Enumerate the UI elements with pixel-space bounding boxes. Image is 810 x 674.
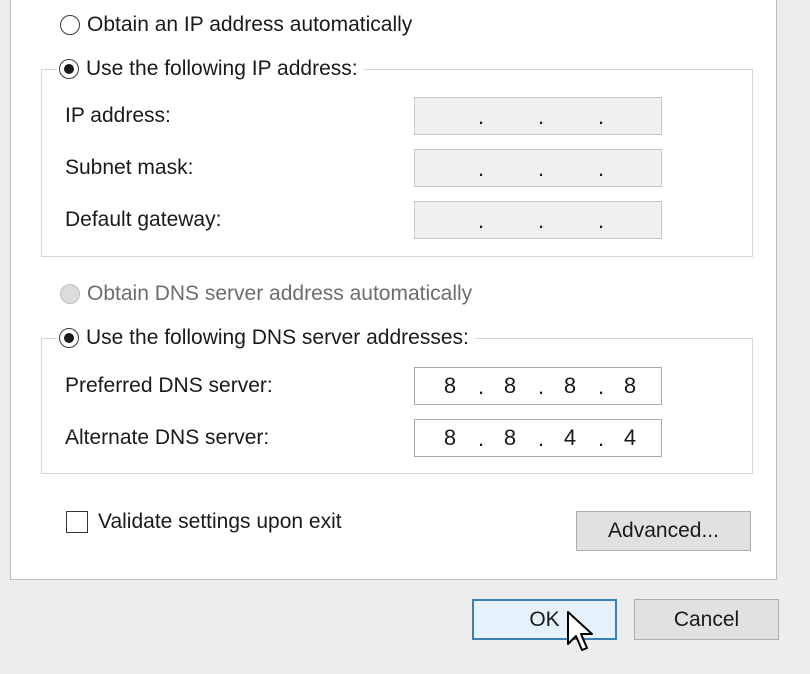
validate-settings-checkbox[interactable] — [66, 511, 88, 533]
obtain-dns-auto-radio[interactable] — [60, 284, 80, 304]
validate-settings-option[interactable]: Validate settings upon exit — [66, 510, 342, 534]
octet-separator: . — [597, 374, 605, 399]
octet-separator: . — [477, 426, 485, 451]
subnet-mask-octet-2 — [495, 150, 525, 188]
default-gateway-label: Default gateway: — [65, 208, 222, 231]
preferred-dns-octet-4: 8 — [623, 373, 637, 398]
ip-address-octet-3 — [555, 98, 585, 136]
validate-settings-label: Validate settings upon exit — [98, 510, 342, 533]
ip-address-octet-4 — [615, 98, 645, 136]
octet-separator: . — [597, 426, 605, 451]
octet-separator: . — [537, 374, 545, 399]
preferred-dns-label: Preferred DNS server: — [65, 374, 273, 397]
octet-separator: . — [537, 156, 545, 181]
alternate-dns-octet-1: 8 — [443, 425, 457, 450]
advanced-button[interactable]: Advanced... — [576, 511, 751, 551]
octet-separator: . — [597, 104, 605, 129]
mouse-pointer-icon — [567, 611, 593, 651]
use-following-dns-option[interactable]: Use the following DNS server addresses: — [57, 325, 475, 351]
obtain-ip-auto-label: Obtain an IP address automatically — [87, 13, 413, 36]
preferred-dns-octet-1: 8 — [443, 373, 457, 398]
octet-separator: . — [537, 208, 545, 233]
obtain-dns-auto-label: Obtain DNS server address automatically — [87, 282, 473, 305]
obtain-ip-auto-radio[interactable] — [60, 15, 80, 35]
octet-separator: . — [537, 426, 545, 451]
ip-address-input[interactable]: . . . — [414, 97, 662, 135]
obtain-dns-auto-option[interactable]: Obtain DNS server address automatically — [60, 282, 472, 306]
default-gateway-input[interactable]: . . . — [414, 201, 662, 239]
alternate-dns-octet-4: 4 — [623, 425, 637, 450]
use-following-ip-label: Use the following IP address: — [86, 57, 358, 80]
preferred-dns-octet-3: 8 — [563, 373, 577, 398]
use-following-dns-label: Use the following DNS server addresses: — [86, 326, 469, 349]
subnet-mask-label: Subnet mask: — [65, 156, 194, 179]
octet-separator: . — [477, 104, 485, 129]
preferred-dns-octet-2: 8 — [503, 373, 517, 398]
default-gateway-octet-2 — [495, 202, 525, 240]
ip-address-octet-2 — [495, 98, 525, 136]
octet-separator: . — [477, 208, 485, 233]
subnet-mask-octet-4 — [615, 150, 645, 188]
use-following-ip-option[interactable]: Use the following IP address: — [57, 56, 364, 82]
obtain-ip-auto-option[interactable]: Obtain an IP address automatically — [60, 13, 412, 37]
subnet-mask-input[interactable]: . . . — [414, 149, 662, 187]
default-gateway-octet-3 — [555, 202, 585, 240]
preferred-dns-input[interactable]: 8 . 8 . 8 . 8 — [414, 367, 662, 405]
default-gateway-octet-4 — [615, 202, 645, 240]
octet-separator: . — [597, 208, 605, 233]
alternate-dns-input[interactable]: 8 . 8 . 4 . 4 — [414, 419, 662, 457]
use-following-dns-radio[interactable] — [59, 328, 79, 348]
octet-separator: . — [597, 156, 605, 181]
cancel-button[interactable]: Cancel — [634, 599, 779, 640]
alternate-dns-octet-2: 8 — [503, 425, 517, 450]
alternate-dns-octet-3: 4 — [563, 425, 577, 450]
default-gateway-octet-1 — [425, 202, 455, 240]
octet-separator: . — [477, 374, 485, 399]
ok-button[interactable]: OK — [472, 599, 617, 640]
use-following-ip-radio[interactable] — [59, 59, 79, 79]
alternate-dns-label: Alternate DNS server: — [65, 426, 270, 449]
subnet-mask-octet-1 — [425, 150, 455, 188]
subnet-mask-octet-3 — [555, 150, 585, 188]
octet-separator: . — [477, 156, 485, 181]
octet-separator: . — [537, 104, 545, 129]
ip-address-octet-1 — [425, 98, 455, 136]
ip-address-label: IP address: — [65, 104, 171, 127]
